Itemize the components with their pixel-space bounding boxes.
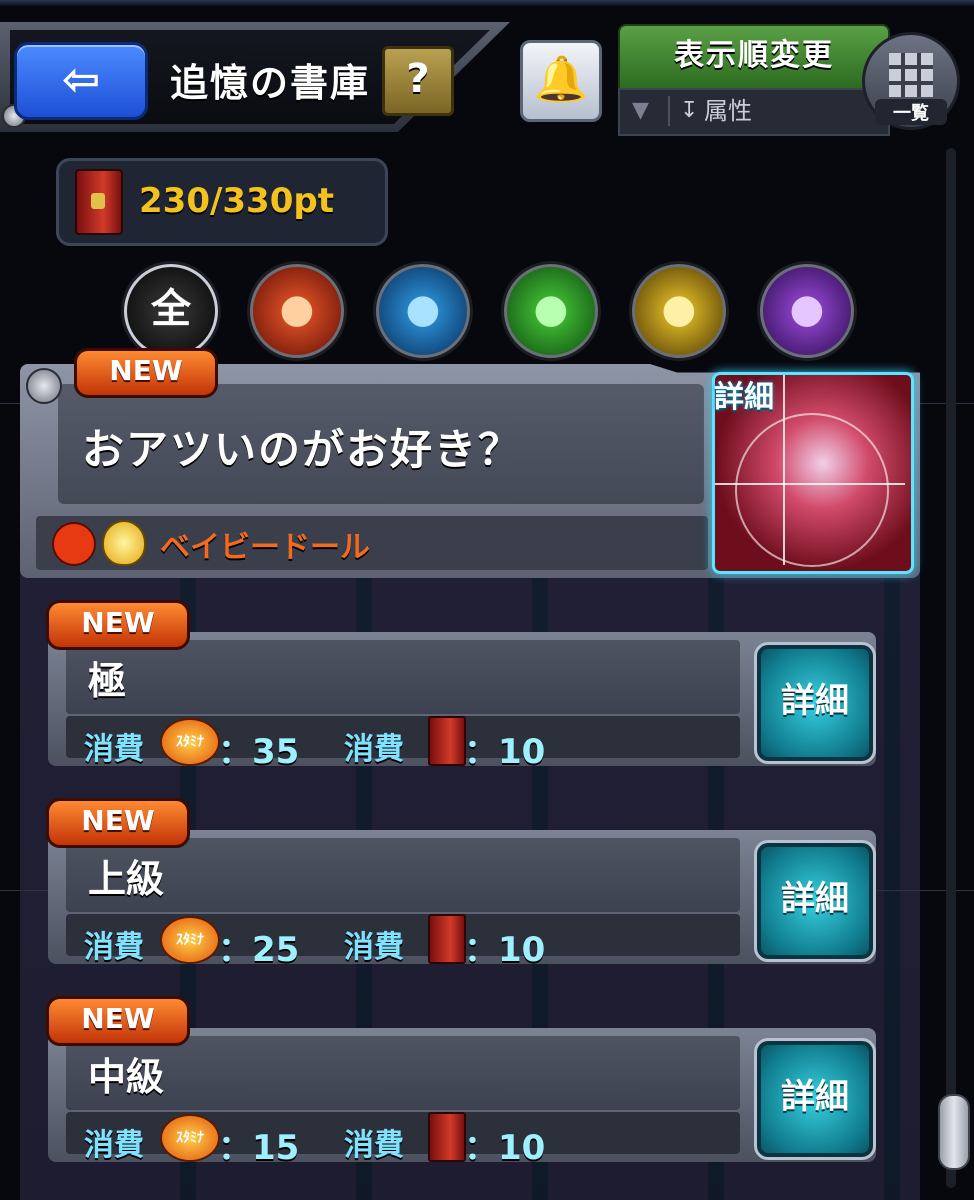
difficulty-card[interactable]: 上級 消費 ｽﾀﾐﾅ ：25 消費 ：10 詳細 [48, 830, 876, 970]
filter-wood-icon[interactable]: ● [504, 264, 598, 358]
difficulty-top [66, 1036, 740, 1110]
difficulty-name: 極 [88, 659, 127, 703]
cost-label: 消費 [84, 1128, 144, 1163]
page-title: 追憶の書庫 [170, 61, 371, 105]
difficulty-top [66, 838, 740, 912]
list-view-button[interactable]: 一覧 [862, 32, 960, 130]
crosshair-h [715, 483, 905, 485]
back-button[interactable]: ⇦ [14, 42, 148, 120]
crosshair-v [783, 375, 785, 565]
rivet [26, 368, 62, 404]
list-view-label: 一覧 [875, 99, 947, 125]
sort-order-button[interactable]: 表示順変更 [618, 24, 890, 90]
point-cost: ：10 [464, 930, 546, 970]
stamina-cost: ：35 [218, 732, 300, 772]
back-arrow-icon: ⇦ [61, 52, 101, 106]
new-badge: NEW [46, 798, 190, 848]
locked-book-icon [75, 169, 123, 235]
cost-label: 消費 [84, 732, 144, 767]
difficulty-name: 上級 [88, 857, 165, 901]
point-cost: ：10 [464, 1128, 546, 1168]
boss-name: ベイビードール [160, 530, 370, 565]
boss-icons [52, 520, 148, 566]
detail-button[interactable]: 詳細 [754, 840, 876, 962]
bell-icon: 🔔 [533, 54, 589, 105]
point-cost: ：10 [464, 732, 546, 772]
stamina-icon: ｽﾀﾐﾅ [160, 1114, 220, 1162]
filter-water-icon[interactable]: ● [376, 264, 470, 358]
scrollbar-thumb[interactable] [938, 1094, 970, 1170]
points-box: 230/330pt [56, 158, 388, 246]
locked-book-icon [428, 914, 466, 964]
stamina-cost: ：25 [218, 930, 300, 970]
difficulty-name: 中級 [88, 1055, 165, 1099]
locked-book-icon [428, 1112, 466, 1162]
stamina-icon: ｽﾀﾐﾅ [160, 916, 220, 964]
new-badge: NEW [46, 996, 190, 1046]
stamina-cost: ：15 [218, 1128, 300, 1168]
filter-light-icon[interactable]: ● [632, 264, 726, 358]
difficulty-top [66, 640, 740, 714]
question-icon: ? [406, 56, 430, 102]
top-edge [0, 0, 974, 6]
scrollbar-track[interactable] [946, 148, 956, 1188]
locked-book-icon [428, 716, 466, 766]
cost-label: 消費 [344, 732, 404, 767]
filter-separator [668, 96, 670, 126]
new-badge: NEW [46, 600, 190, 650]
points-value: 230/330pt [139, 181, 334, 221]
filter-dark-icon[interactable]: ● [760, 264, 854, 358]
cost-label: 消費 [84, 930, 144, 965]
difficulty-card[interactable]: 中級 消費 ｽﾀﾐﾅ ：15 消費 ：10 詳細 [48, 1028, 876, 1168]
target-ring [735, 413, 889, 567]
devil-icon [52, 522, 96, 566]
sort-direction-icon: ↧ [680, 98, 699, 123]
new-badge: NEW [74, 348, 218, 398]
egg-icon [102, 520, 146, 566]
quest-title: おアツいのがお好き？ [82, 425, 523, 474]
cost-label: 消費 [344, 930, 404, 965]
detail-button[interactable]: 詳細 [754, 1038, 876, 1160]
detail-button[interactable]: 詳細 [754, 642, 876, 764]
filter-value: 属性 [704, 97, 752, 125]
help-button[interactable]: ? [382, 46, 454, 116]
cost-label: 消費 [344, 1128, 404, 1163]
stamina-icon: ｽﾀﾐﾅ [160, 718, 220, 766]
grid-icon [889, 53, 933, 97]
notification-button[interactable]: 🔔 [520, 40, 602, 122]
filter-fire-icon[interactable]: ● [250, 264, 344, 358]
funnel-icon: ▼ [632, 98, 649, 123]
portrait-detail-label: 詳細 [714, 380, 774, 415]
filter-bar[interactable]: ▼ ↧ 属性 [618, 88, 890, 136]
filter-all[interactable]: 全 [124, 264, 218, 358]
difficulty-card[interactable]: 極 消費 ｽﾀﾐﾅ ：35 消費 ：10 詳細 [48, 632, 876, 772]
